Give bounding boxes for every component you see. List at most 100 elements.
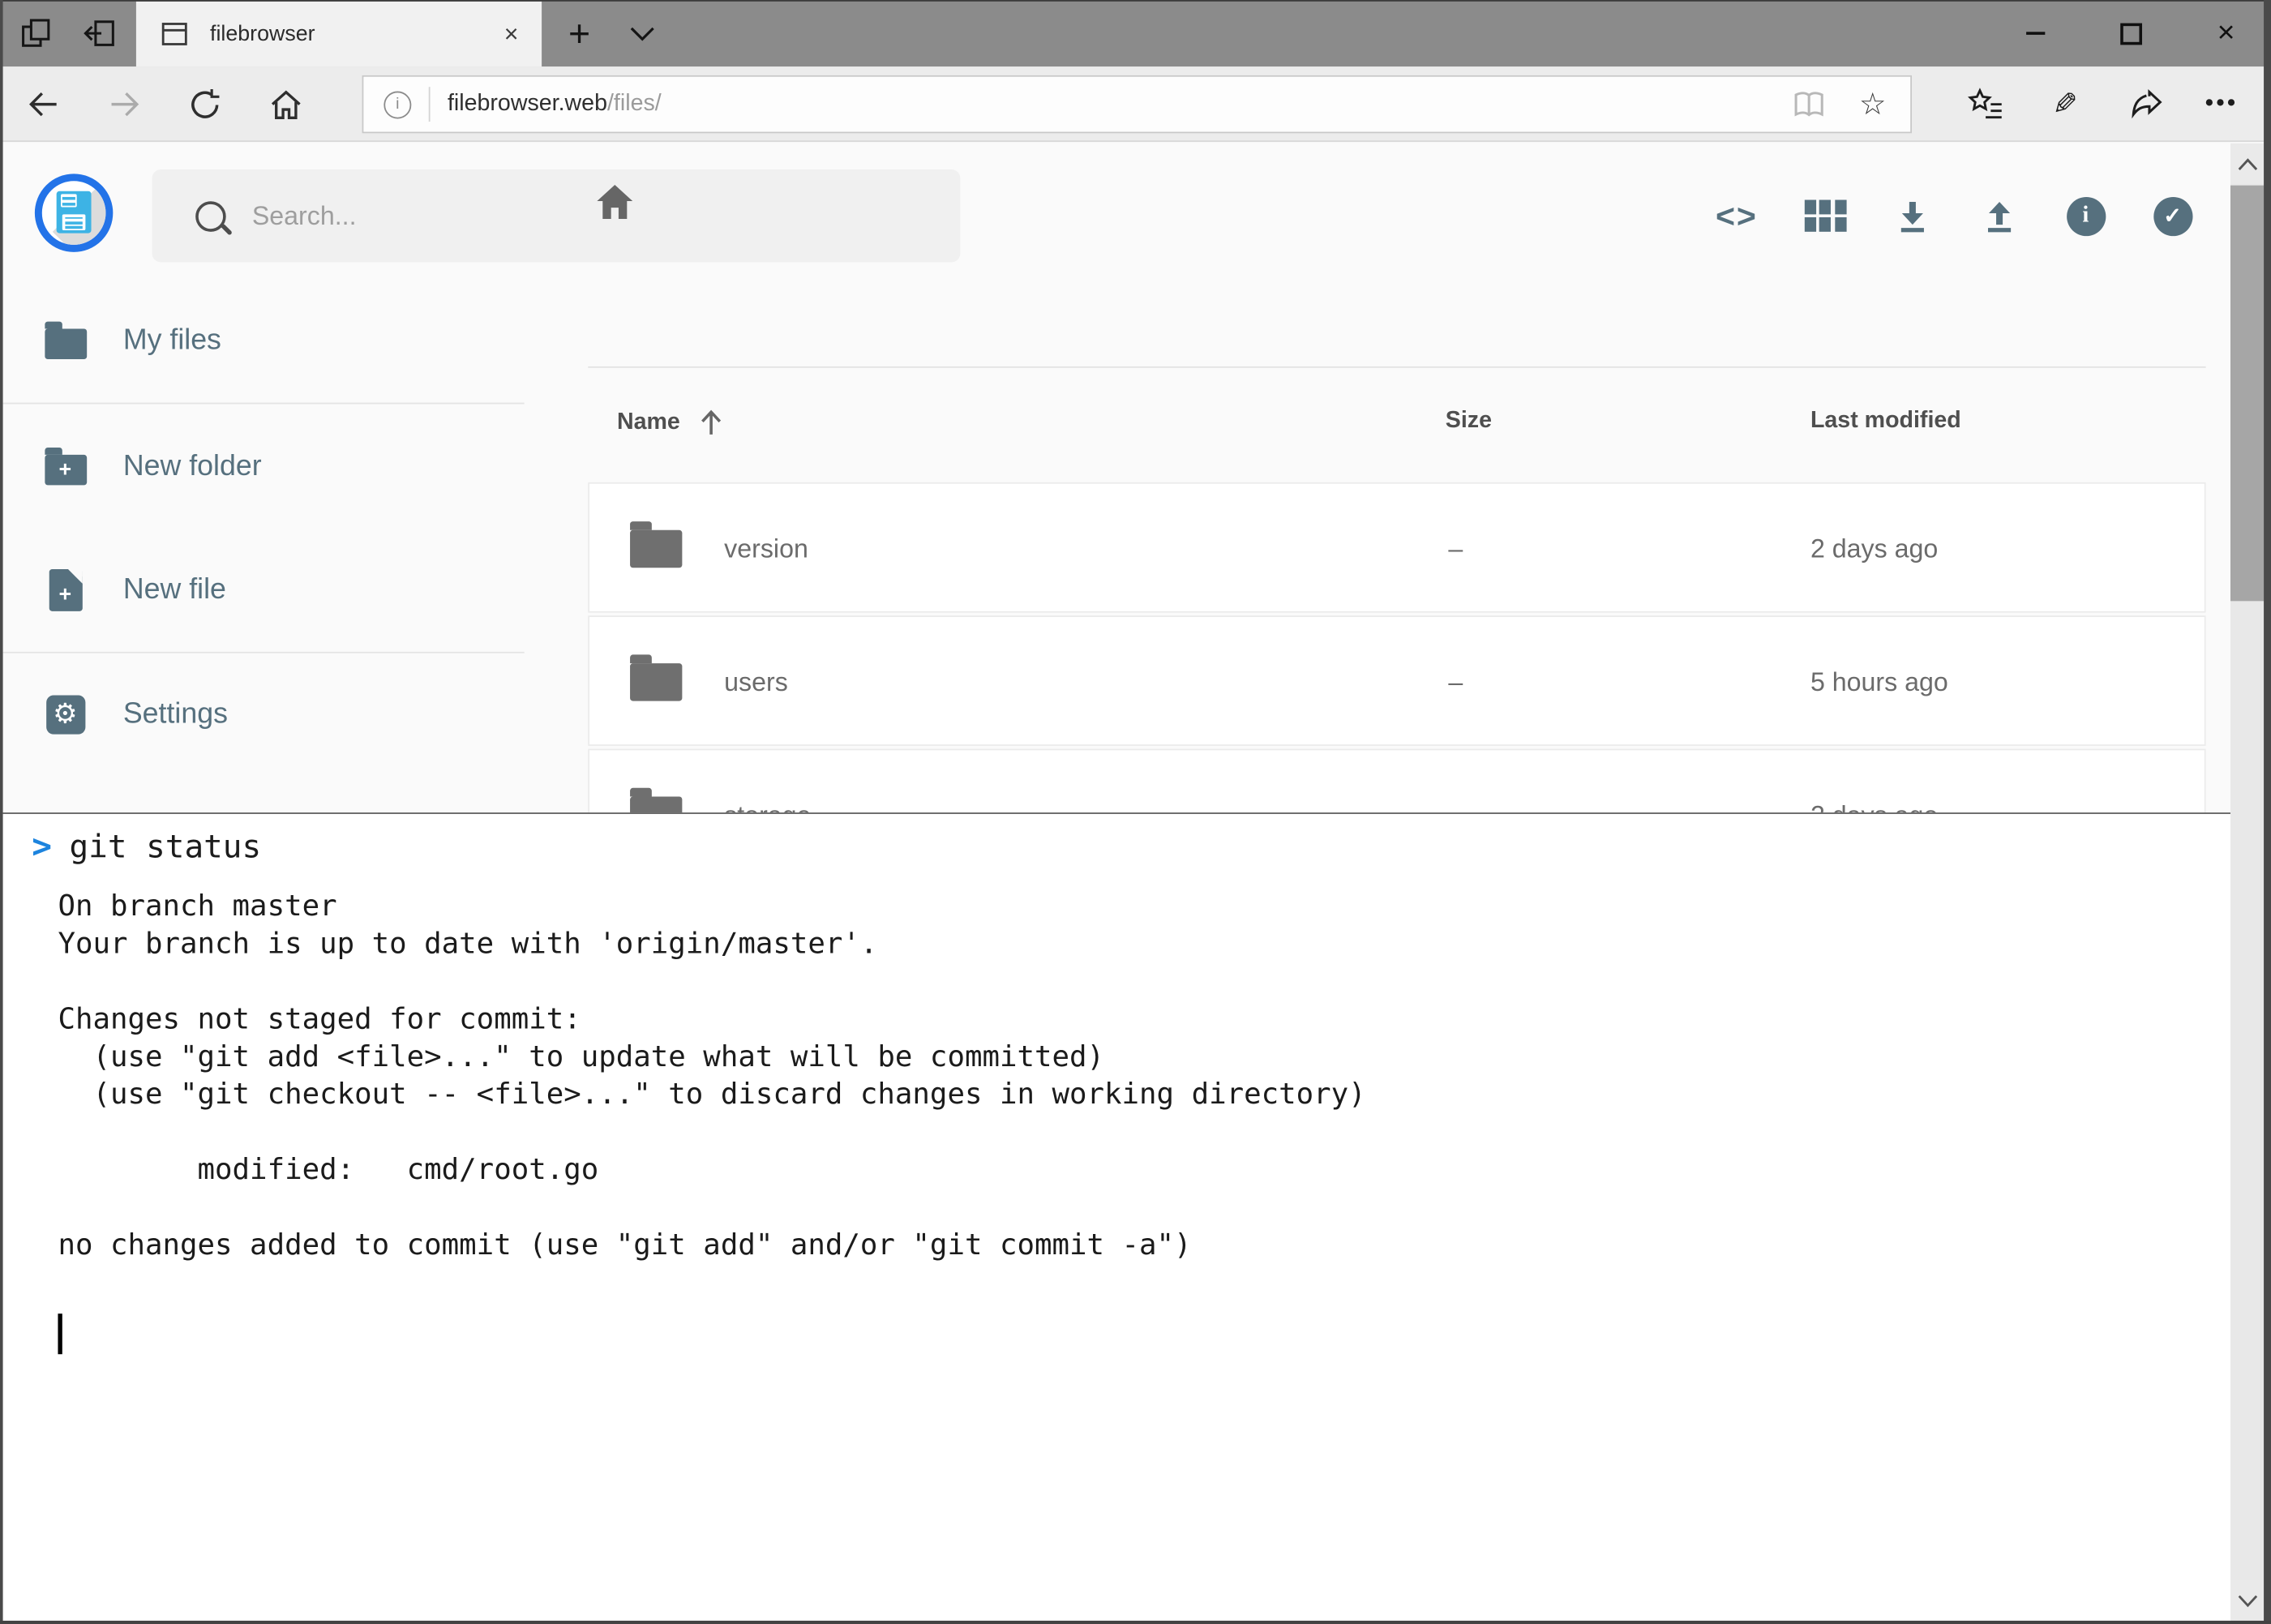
forward-button[interactable] [96, 77, 153, 132]
listing-divider [588, 366, 2205, 368]
scrollbar-thumb[interactable] [2230, 186, 2264, 602]
tab-preview-button[interactable] [9, 0, 64, 66]
folder-icon [44, 329, 86, 360]
sort-arrow-up-icon [697, 409, 723, 438]
code-icon: <> [1716, 196, 1758, 235]
window-border-right [2264, 0, 2271, 1624]
site-info-icon[interactable]: i [383, 91, 411, 118]
raw-view-button[interactable]: <> [1705, 184, 1769, 248]
search-icon [195, 200, 226, 231]
hub-star-list-icon [1967, 87, 2004, 122]
tab-list-dropdown-button[interactable] [614, 0, 669, 66]
annotate-button[interactable]: ✎ [2033, 77, 2097, 132]
window-maximize-button[interactable] [2085, 0, 2175, 66]
switch-view-button[interactable] [1793, 184, 1858, 248]
row-name: version [724, 484, 808, 615]
tab-preview-icon [19, 16, 54, 51]
browser-toolbar: i filebrowser.web/files/ ☆ [0, 66, 2271, 142]
pen-icon: ✎ [2053, 86, 2078, 122]
url-text: filebrowser.web/files/ [448, 92, 1777, 118]
page-favicon-icon [159, 19, 190, 49]
vertical-scrollbar[interactable] [2230, 144, 2264, 1621]
chevron-down-icon [2237, 1594, 2257, 1607]
new-folder-icon: + [44, 455, 86, 486]
add-favorite-button[interactable]: ☆ [1840, 78, 1905, 130]
favorite-star-icon: ☆ [1859, 86, 1887, 122]
sidebar-item-settings[interactable]: ⚙ Settings [3, 682, 525, 746]
row-name: users [724, 617, 788, 748]
column-header-modified[interactable]: Last modified [1810, 409, 1961, 435]
window-border-left [0, 0, 3, 1624]
favorites-hub-button[interactable] [1954, 77, 2018, 132]
terminal-output-line: no changes added to commit (use "git add… [58, 1225, 1365, 1262]
close-icon: × [2217, 16, 2235, 51]
sidebar-item-label: New folder [123, 450, 262, 483]
terminal-output-line: Your branch is up to date with 'origin/m… [58, 924, 1365, 962]
select-multiple-button[interactable]: ✓ [2140, 184, 2205, 248]
upload-button[interactable] [1967, 184, 2031, 248]
settings-more-button[interactable]: ••• [2190, 77, 2254, 132]
window-minimize-button[interactable] [1990, 0, 2080, 66]
tab-close-button[interactable]: × [504, 19, 519, 49]
sidebar-item-my-files[interactable]: My files [3, 308, 525, 372]
url-host: filebrowser.web [448, 92, 607, 116]
terminal-cursor [58, 1313, 62, 1354]
breadcrumb-home-button[interactable] [585, 173, 643, 230]
browser-tab-filebrowser[interactable]: filebrowser × [136, 2, 542, 66]
home-icon [268, 86, 304, 122]
set-aside-tabs-button[interactable] [70, 0, 131, 66]
address-bar[interactable]: i filebrowser.web/files/ ☆ [362, 75, 1912, 133]
home-button[interactable] [256, 77, 314, 132]
sidebar-item-label: My files [123, 324, 221, 357]
terminal-output-line: (use "git checkout -- <file>..." to disc… [58, 1074, 1365, 1112]
info-icon: i [2066, 196, 2105, 235]
grid-view-icon [1804, 199, 1846, 232]
row-size: – [1448, 617, 1463, 748]
browser-window: filebrowser × + × [0, 0, 2271, 1624]
column-header-size[interactable]: Size [1446, 409, 1492, 435]
settings-gear-icon: ⚙ [45, 695, 84, 734]
sidebar-item-label: Settings [123, 697, 228, 731]
column-header-name[interactable]: Name [617, 409, 723, 438]
sidebar-item-new-file[interactable]: + New file [3, 558, 525, 622]
floppy-disk-icon [57, 191, 92, 234]
new-tab-button[interactable]: + [551, 0, 608, 66]
refresh-button[interactable] [175, 77, 233, 132]
check-icon: ✓ [2153, 196, 2192, 235]
refresh-icon [186, 86, 223, 122]
filebrowser-logo[interactable] [35, 174, 113, 251]
row-modified: 2 days ago [1810, 484, 1938, 615]
terminal-output-line: On branch master [58, 886, 1365, 923]
row-modified: 5 hours ago [1810, 617, 1948, 748]
folder-icon [630, 530, 682, 568]
share-icon [2128, 87, 2165, 122]
breadcrumb-home-icon [592, 179, 636, 224]
scroll-up-button[interactable] [2230, 144, 2264, 184]
tab-title: filebrowser [210, 22, 504, 46]
reading-view-button[interactable] [1777, 78, 1841, 130]
row-size: – [1448, 484, 1463, 615]
file-row-version[interactable]: version – 2 days ago [588, 482, 2205, 613]
window-close-button[interactable]: × [2181, 0, 2271, 66]
terminal-output-line: modified: cmd/root.go [58, 1150, 1365, 1187]
share-button[interactable] [2115, 77, 2179, 132]
back-icon [26, 87, 61, 122]
download-button[interactable] [1880, 184, 1944, 248]
sidebar-divider [3, 652, 525, 653]
search-bar[interactable] [152, 169, 961, 262]
set-aside-tabs-icon [83, 16, 118, 51]
info-button[interactable]: i [2054, 184, 2118, 248]
sidebar-divider [3, 403, 525, 405]
terminal-panel[interactable]: > git status On branch master Your branc… [3, 812, 2230, 1621]
search-input[interactable] [249, 199, 892, 233]
maximize-icon [2119, 23, 2141, 45]
terminal-command: git status [69, 830, 261, 867]
sidebar-item-new-folder[interactable]: + New folder [3, 435, 525, 499]
scroll-down-button[interactable] [2230, 1580, 2264, 1621]
reading-view-book-icon [1792, 88, 1827, 120]
chevron-up-icon [2237, 157, 2257, 170]
tab-bar: filebrowser × + × [0, 0, 2271, 66]
back-button[interactable] [15, 77, 72, 132]
file-row-users[interactable]: users – 5 hours ago [588, 615, 2205, 746]
upload-icon [1979, 196, 2018, 235]
